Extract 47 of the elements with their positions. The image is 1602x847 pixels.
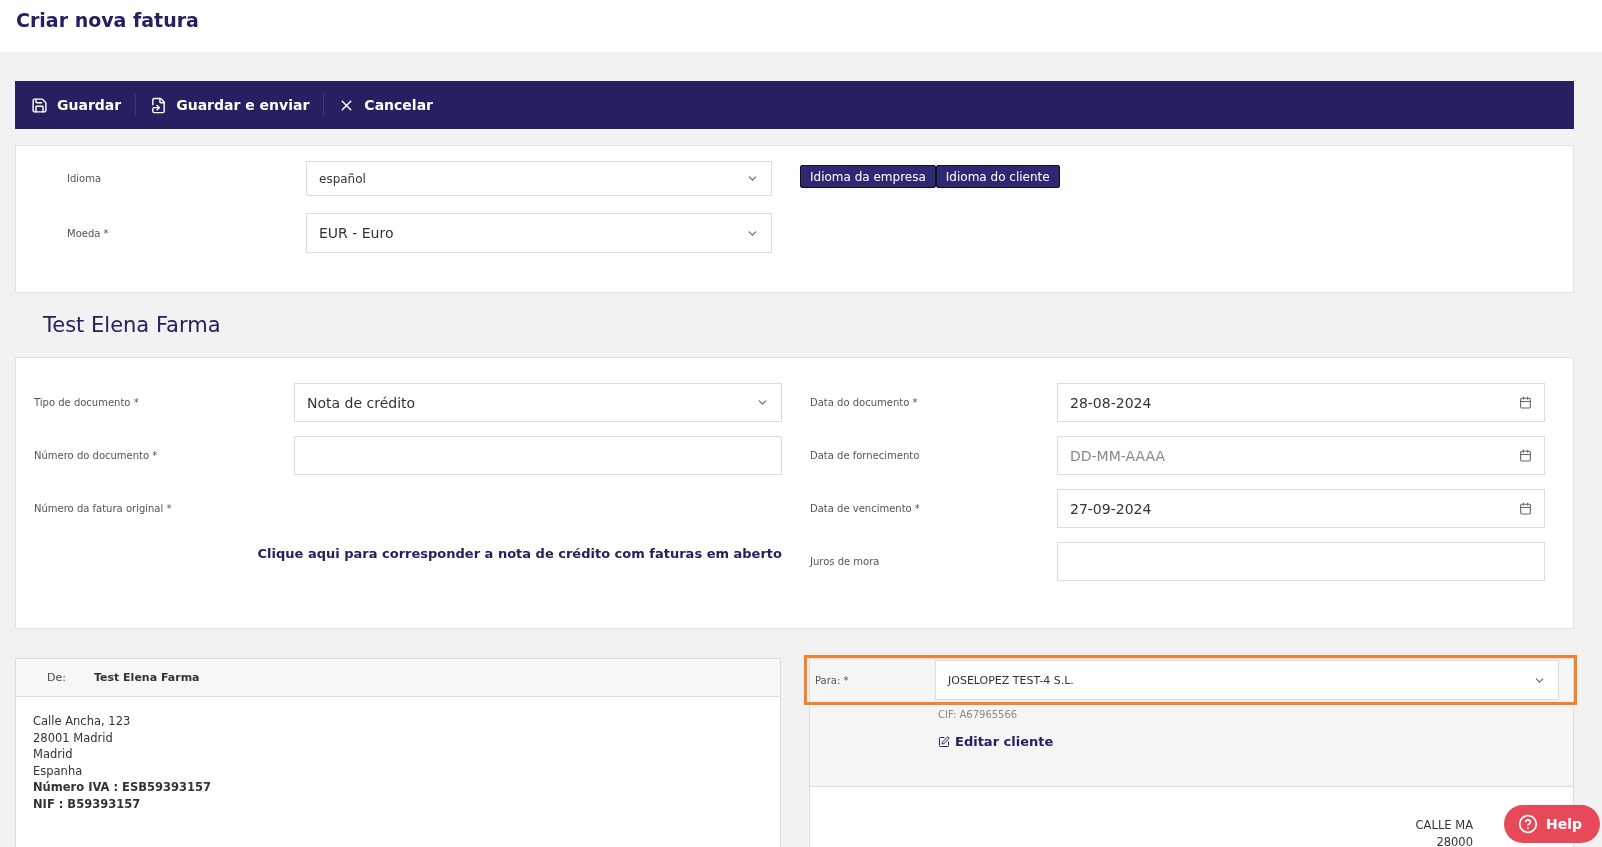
- tax-id: CIF: A67965566: [938, 709, 1019, 720]
- select-field[interactable]: EUR - Euro: [306, 213, 772, 253]
- field-label: Número da fatura original *: [34, 503, 173, 514]
- toolbar-button[interactable]: Guardar e enviar: [150, 94, 325, 116]
- field-label: Data de vencimento *: [810, 503, 921, 514]
- field-label: Número do documento *: [34, 450, 159, 461]
- field-label: Tipo de documento *: [34, 397, 140, 408]
- toolbar-button[interactable]: Guardar: [31, 94, 137, 116]
- save-icon: [31, 96, 48, 114]
- select-field[interactable]: español: [306, 161, 772, 196]
- calendar-icon: [1519, 396, 1532, 409]
- help-button[interactable]: Help: [1503, 805, 1600, 843]
- field-label: Data de fornecimento: [810, 450, 921, 461]
- address-line: 28001 Madrid: [33, 729, 114, 746]
- field-label: Juros de mora: [810, 556, 881, 567]
- help-icon: [1517, 814, 1538, 834]
- field-label: Para: *: [815, 674, 850, 686]
- address-line: Madrid: [33, 746, 74, 763]
- company-name: Test Elena Farma: [42, 312, 222, 339]
- address-line: 28000: [1436, 833, 1473, 847]
- date-field[interactable]: 28-08-2024: [1057, 383, 1545, 422]
- input-field[interactable]: [1057, 542, 1545, 581]
- address-line: NIF : B59393157: [33, 795, 142, 812]
- address-line: Calle Ancha, 123: [33, 713, 132, 730]
- address-line: Espanha: [33, 762, 84, 779]
- field-label: Data do documento *: [810, 397, 919, 408]
- address-line: CALLE MA: [1415, 817, 1473, 834]
- language-button[interactable]: Idioma do cliente: [935, 165, 1060, 188]
- date-field[interactable]: DD-MM-AAAA: [1057, 436, 1545, 475]
- field-label: Moeda *: [66, 227, 110, 239]
- calendar-icon: [1519, 449, 1532, 462]
- input-field[interactable]: [294, 436, 782, 475]
- sender-name: Test Elena Farma: [93, 671, 200, 684]
- edit-icon: [938, 735, 950, 748]
- client-select[interactable]: JOSELOPEZ TEST-4 S.L.: [935, 660, 1559, 700]
- page-title: Criar nova fatura: [16, 9, 199, 31]
- address-line: Número IVA : ESB59393157: [33, 779, 212, 796]
- match-credit-link[interactable]: Clique aqui para corresponder a nota de crédito com faturas em aberto: [257, 546, 782, 561]
- language-button[interactable]: Idioma da empresa: [800, 165, 936, 188]
- toolbar-button[interactable]: Cancelar: [338, 94, 447, 116]
- from-label: De:: [47, 671, 66, 684]
- edit-client-link[interactable]: Editar cliente: [938, 734, 1573, 749]
- field-label: Idioma: [66, 173, 103, 184]
- calendar-icon: [1519, 502, 1532, 515]
- file-arrow-icon: [150, 96, 168, 114]
- select-field[interactable]: Nota de crédito: [294, 383, 782, 422]
- date-field[interactable]: 27-09-2024: [1057, 489, 1545, 528]
